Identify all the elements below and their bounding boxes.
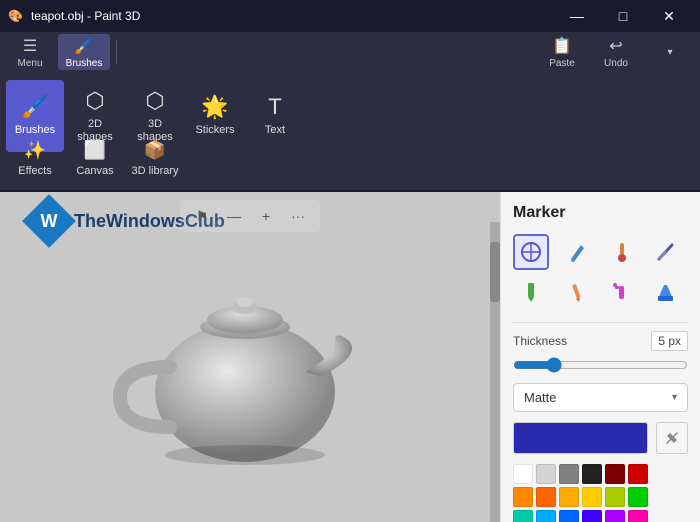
swatch-blue[interactable] [559,510,579,522]
swatches-container [513,464,688,522]
flag-button[interactable]: ⚑ [190,204,214,228]
brushes-button[interactable]: 🖌️ Brushes [58,34,110,70]
swatch-black[interactable] [582,464,602,484]
menu-label: Menu [17,58,42,69]
brush-calligraphy[interactable] [647,234,683,270]
brushes-label: Brushes [66,58,103,69]
paste-icon: 📋 [552,36,572,56]
toolbar: ☰ Menu 🖌️ Brushes 📋 Paste ↩ Undo ▾ [0,32,700,72]
ribbon-3dlibrary[interactable]: 📦 3D library [126,132,184,184]
swatch-yellow[interactable] [582,487,602,507]
ribbon-canvas[interactable]: ⬜ Canvas [66,132,124,184]
thickness-value: 5 px [651,331,688,351]
ribbon-effects[interactable]: ✨ Effects [6,132,64,184]
ribbon-stickers[interactable]: 🌟 Stickers [186,80,244,152]
material-row[interactable]: Matte ▾ [513,383,688,412]
swatch-row-1 [513,464,688,484]
main-area: ⚑ — + ··· W TheWindowsClub [0,192,700,522]
canvas-toolbar: ⚑ — + ··· [180,200,320,232]
swatch-purple[interactable] [605,510,625,522]
swatch-pink[interactable] [628,510,648,522]
ribbon: 🖌️ Brushes ⬡ 2D shapes ⬡ 3D shapes 🌟 Sti… [0,72,700,192]
swatch-green[interactable] [628,487,648,507]
effects-label: Effects [18,165,51,177]
swatch-lightblue[interactable] [536,510,556,522]
brush-pen1[interactable] [558,234,594,270]
brush-fill[interactable] [647,274,683,310]
dropdown-icon: ▾ [667,47,672,58]
swatch-teal[interactable] [513,510,533,522]
thickness-label: Thickness [513,334,567,348]
zoom-out-button[interactable]: — [222,204,246,228]
brush-paintbrush[interactable] [603,234,639,270]
menu-button[interactable]: ☰ Menu [4,34,56,70]
paste-button[interactable]: 📋 Paste [536,34,588,70]
brush-marker[interactable] [513,274,549,310]
swatch-row-2 [513,487,688,507]
divider1 [513,322,688,323]
ribbon-text[interactable]: T Text [246,80,304,152]
brush-compass[interactable] [513,234,549,270]
ribbon-row2: ✨ Effects ⬜ Canvas 📦 3D library [6,132,184,184]
chevron-down-icon: ▾ [672,392,677,403]
undo-button[interactable]: ↩ Undo [590,34,642,70]
swatch-row-3 [513,510,688,522]
effects-icon: ✨ [24,140,46,161]
swatch-lightgray[interactable] [536,464,556,484]
material-label: Matte [524,390,557,405]
text-ribbon-icon: T [268,94,281,120]
panel-title: Marker [513,204,688,222]
canvas-icon: ⬜ [84,140,106,161]
canvas-area[interactable]: ⚑ — + ··· W TheWindowsClub [0,192,500,522]
stickers-label: Stickers [195,124,234,137]
teapot-svg [90,237,410,477]
watermark-logo-letter: W [41,211,58,232]
shapes3d-icon: ⬡ [145,88,164,114]
thickness-slider[interactable] [513,357,688,373]
swatch-white[interactable] [513,464,533,484]
brushes-ribbon-icon: 🖌️ [21,94,48,120]
canvas-label: Canvas [76,165,113,177]
minimize-button[interactable]: — [554,0,600,32]
color-preview-row [513,422,688,454]
right-panel: Marker [500,192,700,522]
titlebar: 🎨 teapot.obj - Paint 3D — □ ✕ [0,0,700,32]
swatch-darkorange[interactable] [536,487,556,507]
swatch-amber[interactable] [559,487,579,507]
toolbar-right: 📋 Paste ↩ Undo ▾ [536,34,696,70]
swatch-red[interactable] [628,464,648,484]
library-icon: 📦 [144,140,166,161]
brushes-icon: 🖌️ [74,36,94,56]
swatch-gray[interactable] [559,464,579,484]
swatch-orange[interactable] [513,487,533,507]
menu-icon: ☰ [23,36,37,56]
canvas-scrollbar[interactable] [490,222,500,522]
titlebar-controls: — □ ✕ [554,0,692,32]
brush-grid [513,234,688,310]
scrollbar-thumb[interactable] [490,242,500,302]
library-label: 3D library [131,165,178,177]
close-button[interactable]: ✕ [646,0,692,32]
eyedropper-button[interactable] [656,422,688,454]
maximize-button[interactable]: □ [600,0,646,32]
dropdown-button[interactable]: ▾ [644,34,696,70]
text-ribbon-label: Text [265,124,285,137]
zoom-in-button[interactable]: + [254,204,278,228]
swatch-lime[interactable] [605,487,625,507]
color-preview-box[interactable] [513,422,648,454]
swatch-darkred[interactable] [605,464,625,484]
watermark-logo-diamond: W [22,194,76,248]
titlebar-title: teapot.obj - Paint 3D [23,9,554,23]
toolbar-separator [116,40,117,64]
brush-spray[interactable] [603,274,639,310]
paste-label: Paste [549,58,575,69]
shapes2d-icon: ⬡ [85,88,104,114]
more-options-button[interactable]: ··· [286,204,310,228]
undo-label: Undo [604,58,628,69]
stickers-icon: 🌟 [201,94,228,120]
thickness-row: Thickness 5 px [513,331,688,351]
brush-pencil[interactable] [558,274,594,310]
undo-icon: ↩ [609,36,622,56]
swatch-darkblue[interactable] [582,510,602,522]
